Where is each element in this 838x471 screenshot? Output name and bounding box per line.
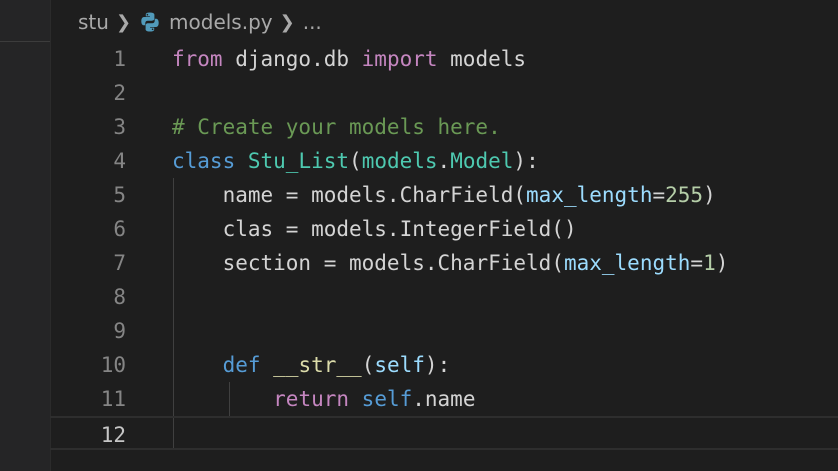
code-token: ( — [513, 183, 527, 207]
code-token: Model — [450, 149, 514, 173]
code-line[interactable]: 2 — [50, 76, 838, 110]
code-token: 255 — [665, 183, 704, 207]
code-text: name = models.CharField(max_length=255) — [172, 178, 716, 212]
code-token: self — [361, 387, 413, 411]
line-number: 5 — [113, 183, 126, 207]
chevron-right-icon: ❯ — [279, 11, 295, 33]
code-token: () — [551, 217, 577, 241]
code-token: 1 — [703, 251, 716, 275]
line-number: 2 — [113, 81, 126, 105]
code-token: .name — [412, 387, 476, 411]
code-token: ( — [349, 149, 362, 173]
code-token: ) — [715, 251, 729, 275]
tab-divider — [0, 41, 50, 42]
code-token: ): — [424, 353, 451, 377]
line-number: 11 — [100, 387, 126, 411]
line-number: 6 — [113, 217, 126, 241]
code-text: return self.name — [172, 382, 475, 416]
code-token: __str__ — [273, 353, 362, 377]
line-number: 4 — [113, 149, 126, 173]
code-text: class Stu_List(models.Model): — [172, 144, 539, 178]
line-number: 1 — [113, 47, 126, 71]
code-token: return — [273, 387, 350, 411]
code-token: def — [222, 353, 261, 377]
line-number: 8 — [113, 285, 126, 309]
code-line[interactable]: 1 from django.db import models — [50, 42, 838, 76]
line-number: 9 — [113, 319, 126, 343]
line-number: 12 — [100, 423, 126, 447]
code-token: clas = models. — [172, 217, 400, 241]
code-line[interactable]: 8 — [50, 280, 838, 314]
code-text: def __str__(self): — [172, 348, 451, 382]
side-panel — [0, 0, 51, 471]
code-token: name = models. — [172, 183, 400, 207]
code-token: section = models. — [172, 251, 438, 275]
code-text: section = models.CharField(max_length=1) — [172, 246, 729, 280]
editor-window: stu ❯ models.py ❯ ... 1 from django.db im… — [0, 0, 838, 471]
code-line[interactable]: 4 class Stu_List(models.Model): — [50, 144, 838, 178]
code-line[interactable]: 12 — [50, 416, 838, 450]
code-text: from django.db import models — [172, 42, 526, 76]
chevron-right-icon: ❯ — [115, 11, 132, 33]
line-number: 10 — [100, 353, 126, 377]
code-line[interactable]: 5 name = models.CharField(max_length=255… — [50, 178, 838, 212]
code-line[interactable]: 10 def __str__(self): — [50, 348, 838, 382]
code-token: CharField — [399, 183, 514, 207]
code-token: = — [652, 183, 666, 207]
code-token: models — [361, 149, 438, 173]
code-token: CharField — [437, 251, 552, 275]
code-text: # Create your models here. — [172, 110, 501, 144]
code-line[interactable]: 9 — [50, 314, 838, 348]
code-token: django.db — [222, 47, 362, 71]
code-line[interactable]: 6 clas = models.IntegerField() — [50, 212, 838, 246]
code-token: # Create your models here. — [172, 115, 501, 139]
python-icon — [139, 11, 161, 33]
code-editor[interactable]: 1 from django.db import models 2 3 # Create … — [50, 42, 838, 471]
code-line[interactable]: 7 section = models.CharField(max_length=… — [50, 246, 838, 280]
breadcrumb-ellipsis[interactable]: ... — [303, 10, 322, 34]
line-number: 7 — [113, 251, 126, 275]
code-token: import — [361, 47, 438, 71]
code-token: Stu_List — [247, 149, 350, 173]
breadcrumb: stu ❯ models.py ❯ ... — [78, 8, 322, 36]
code-line[interactable]: 3 # Create your models here. — [50, 110, 838, 144]
code-token: self — [374, 353, 425, 377]
code-token: . — [437, 149, 451, 173]
code-token: class — [172, 149, 236, 173]
code-token: ( — [361, 353, 375, 377]
code-token: max_length — [563, 251, 691, 275]
code-token: models — [437, 47, 527, 71]
breadcrumb-folder[interactable]: stu — [78, 10, 109, 34]
code-token: max_length — [526, 183, 653, 207]
code-token: IntegerField — [399, 217, 552, 241]
code-token: ) — [703, 183, 716, 207]
code-token: ( — [551, 251, 564, 275]
line-number: 3 — [113, 115, 126, 139]
code-token: from — [172, 47, 223, 71]
breadcrumb-file[interactable]: models.py — [169, 10, 273, 34]
code-token: = — [690, 251, 704, 275]
code-text: clas = models.IntegerField() — [172, 212, 577, 246]
code-line[interactable]: 11 return self.name — [50, 382, 838, 416]
code-token: ): — [513, 149, 539, 173]
